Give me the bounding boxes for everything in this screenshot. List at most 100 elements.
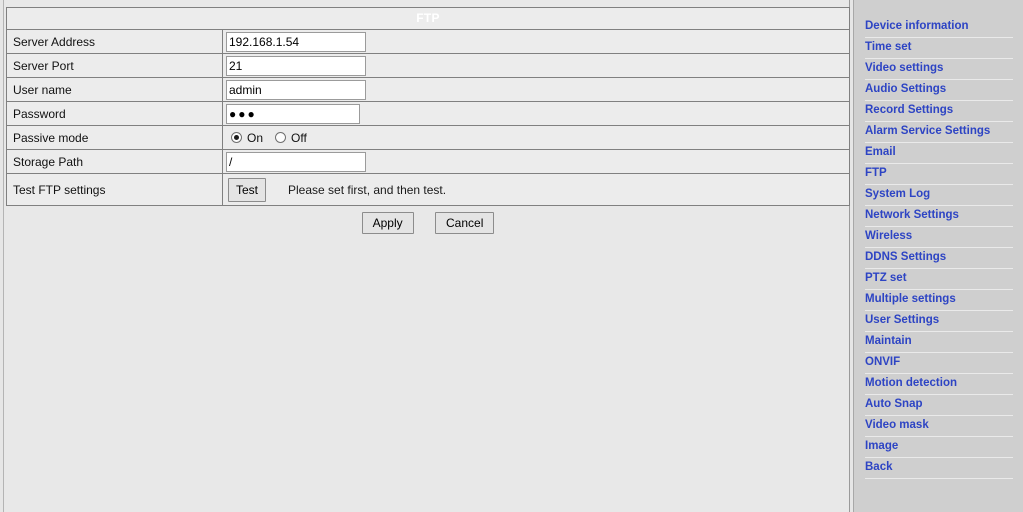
sidebar-link[interactable]: Maintain (854, 333, 1023, 351)
sidebar-link[interactable]: Back (854, 459, 1023, 477)
sidebar-item-system-log[interactable]: System Log (854, 186, 1023, 206)
sidebar-divider (865, 457, 1013, 458)
label-server-port: Server Port (6, 53, 223, 78)
sidebar-divider (865, 247, 1013, 248)
cell-server-port (222, 53, 850, 78)
sidebar-divider (865, 478, 1013, 479)
sidebar-divider (865, 289, 1013, 290)
label-server-address: Server Address (6, 29, 223, 54)
sidebar-item-device-information[interactable]: Device information (854, 18, 1023, 38)
table-row: Storage Path (6, 149, 850, 174)
label-passive-mode: Passive mode (6, 125, 223, 150)
page-root: FTP Server Address Server Port User name (0, 0, 1023, 512)
server-port-input[interactable] (226, 55, 366, 76)
passive-mode-on-radio[interactable] (231, 132, 242, 143)
sidebar-item-ddns-settings[interactable]: DDNS Settings (854, 249, 1023, 269)
storage-path-input[interactable] (226, 151, 366, 172)
sidebar-item-wireless[interactable]: Wireless (854, 228, 1023, 248)
cell-test-ftp: Test Please set first, and then test. (222, 173, 850, 206)
sidebar-divider (865, 79, 1013, 80)
sidebar-item-time-set[interactable]: Time set (854, 39, 1023, 59)
sidebar-item-onvif[interactable]: ONVIF (854, 354, 1023, 374)
server-address-input[interactable] (226, 31, 366, 52)
sidebar-link[interactable]: Video settings (854, 60, 1023, 78)
sidebar-divider (865, 37, 1013, 38)
sidebar-link[interactable]: Email (854, 144, 1023, 162)
passive-mode-off-radio[interactable] (275, 132, 287, 143)
sidebar-link[interactable]: System Log (854, 186, 1023, 204)
sidebar-nav: Device information Time set Video settin… (853, 0, 1023, 512)
sidebar-item-motion-detection[interactable]: Motion detection (854, 375, 1023, 395)
sidebar-item-email[interactable]: Email (854, 144, 1023, 164)
sidebar-item-record-settings[interactable]: Record Settings (854, 102, 1023, 122)
sidebar-link[interactable]: DDNS Settings (854, 249, 1023, 267)
sidebar-divider (865, 205, 1013, 206)
apply-button[interactable]: Apply (361, 212, 414, 234)
sidebar-link[interactable]: FTP (854, 165, 1023, 183)
sidebar-link[interactable]: Motion detection (854, 375, 1023, 393)
sidebar-link[interactable]: Video mask (854, 417, 1023, 435)
form-action-bar: Apply Cancel (6, 212, 850, 234)
sidebar-link[interactable]: PTZ set (854, 270, 1023, 288)
page-title: FTP (6, 7, 850, 30)
sidebar-item-ftp[interactable]: FTP (854, 165, 1023, 185)
sidebar-link[interactable]: Wireless (854, 228, 1023, 246)
sidebar-link[interactable]: User Settings (854, 312, 1023, 330)
sidebar-item-video-mask[interactable]: Video mask (854, 417, 1023, 437)
sidebar-link[interactable]: Image (854, 438, 1023, 456)
sidebar-divider (865, 226, 1013, 227)
table-row: User name (6, 77, 850, 102)
label-storage-path: Storage Path (6, 149, 223, 174)
table-row: Test FTP settings Test Please set first,… (6, 173, 850, 206)
sidebar-item-alarm-service-settings[interactable]: Alarm Service Settings (854, 123, 1023, 143)
cell-server-address (222, 29, 850, 54)
sidebar-divider (865, 184, 1013, 185)
sidebar-link[interactable]: Audio Settings (854, 81, 1023, 99)
sidebar-link[interactable]: Alarm Service Settings (854, 123, 1023, 141)
sidebar-item-back[interactable]: Back (854, 459, 1023, 479)
label-test-ftp-settings: Test FTP settings (6, 173, 223, 206)
cancel-button[interactable]: Cancel (435, 212, 495, 234)
user-name-input[interactable] (226, 79, 366, 100)
passive-mode-radio-group: On Off (226, 126, 849, 149)
cell-user-name (222, 77, 850, 102)
sidebar-link[interactable]: Multiple settings (854, 291, 1023, 309)
sidebar-link[interactable]: Network Settings (854, 207, 1023, 225)
sidebar-item-auto-snap[interactable]: Auto Snap (854, 396, 1023, 416)
passive-mode-off-label: Off (291, 130, 307, 145)
test-button[interactable]: Test (228, 177, 267, 202)
sidebar-item-network-settings[interactable]: Network Settings (854, 207, 1023, 227)
sidebar-divider (865, 436, 1013, 437)
label-user-name: User name (6, 77, 223, 102)
sidebar-divider (865, 142, 1013, 143)
sidebar-item-image[interactable]: Image (854, 438, 1023, 458)
passive-mode-on-label: On (247, 130, 264, 145)
cell-passive-mode: On Off (222, 125, 850, 150)
table-row: Password (6, 101, 850, 126)
sidebar-divider (865, 58, 1013, 59)
sidebar-divider (865, 268, 1013, 269)
table-row: Server Port (6, 53, 850, 78)
sidebar-item-user-settings[interactable]: User Settings (854, 312, 1023, 332)
sidebar-divider (865, 394, 1013, 395)
sidebar-item-video-settings[interactable]: Video settings (854, 60, 1023, 80)
main-content-pane: FTP Server Address Server Port User name (3, 0, 850, 512)
sidebar-link[interactable]: Time set (854, 39, 1023, 57)
sidebar-link[interactable]: Record Settings (854, 102, 1023, 120)
table-row: Passive mode On Off (6, 125, 850, 150)
sidebar-menu: Device information Time set Video settin… (854, 0, 1023, 479)
sidebar-link[interactable]: ONVIF (854, 354, 1023, 372)
sidebar-divider (865, 121, 1013, 122)
test-hint-text: Please set first, and then test. (288, 182, 447, 197)
sidebar-item-maintain[interactable]: Maintain (854, 333, 1023, 353)
sidebar-divider (865, 310, 1013, 311)
sidebar-link[interactable]: Device information (854, 18, 1023, 36)
password-input[interactable] (226, 103, 360, 124)
sidebar-item-ptz-set[interactable]: PTZ set (854, 270, 1023, 290)
sidebar-item-audio-settings[interactable]: Audio Settings (854, 81, 1023, 101)
sidebar-item-multiple-settings[interactable]: Multiple settings (854, 291, 1023, 311)
form-title-row: FTP (6, 7, 850, 30)
sidebar-link[interactable]: Auto Snap (854, 396, 1023, 414)
sidebar-divider (865, 415, 1013, 416)
sidebar-divider (865, 331, 1013, 332)
